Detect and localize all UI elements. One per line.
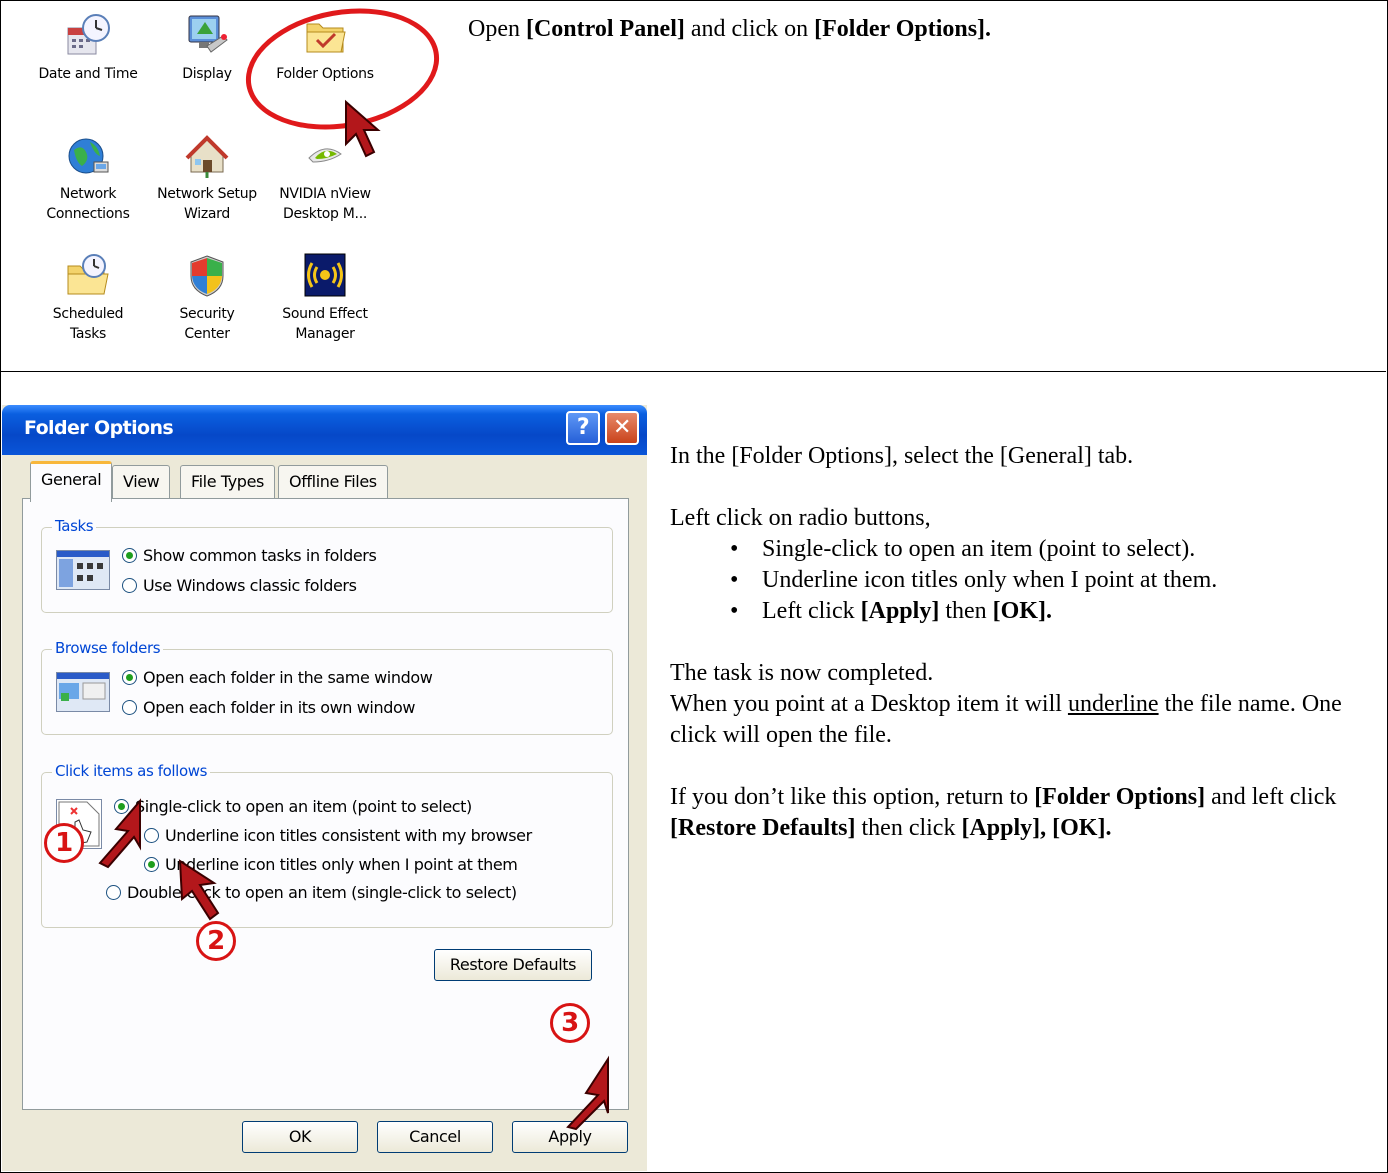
restore-defaults-button[interactable]: Restore Defaults	[434, 949, 592, 981]
step-marker-2: 2	[196, 921, 236, 961]
tab-file-types[interactable]: File Types	[180, 465, 275, 498]
display-icon	[183, 12, 231, 60]
step-marker-1: 1	[44, 823, 84, 863]
scheduled-tasks-icon	[64, 252, 112, 300]
cp-item-label: Scheduled	[52, 306, 124, 322]
list-item: Single-click to open an item (point to s…	[730, 534, 1385, 565]
browse-preview-icon	[56, 672, 110, 712]
control-panel-view: Date and Time Display Folder Options Net…	[2, 0, 449, 368]
radio-show-common-tasks[interactable]: Show common tasks in folders	[122, 544, 377, 568]
date-time-icon	[64, 12, 112, 60]
tasks-preview-icon	[56, 550, 110, 590]
instruction-paragraph: If you don’t like this option, return to…	[670, 784, 1337, 841]
list-item: Left click [Apply] then [OK].	[730, 596, 1385, 627]
pointer-arrow-icon	[178, 859, 220, 921]
radio-own-window[interactable]: Open each folder in its own window	[122, 696, 415, 720]
cp-item-label: NVIDIA nView	[279, 186, 371, 202]
cp-item-label: Manager	[295, 326, 355, 342]
radio-unselected[interactable]	[122, 578, 137, 593]
sound-effect-icon	[301, 252, 349, 300]
cp-item-label: Sound Effect	[282, 306, 368, 322]
list-item: Underline icon titles only when I point …	[730, 565, 1385, 596]
cp-item-label: Connections	[46, 206, 130, 222]
pointer-arrow-icon	[345, 99, 381, 158]
tab-view[interactable]: View	[112, 465, 171, 498]
cp-item-label: Network	[59, 186, 117, 202]
radio-selected[interactable]	[122, 548, 137, 563]
instruction-paragraph: The task is now completed.	[670, 660, 934, 686]
tasks-group: Tasks Show common tasks in folders Use W…	[41, 517, 613, 613]
cp-item-label: Desktop M...	[282, 206, 368, 222]
radio-underline-browser[interactable]: Underline icon titles consistent with my…	[144, 824, 532, 848]
folder-options-dialog: Folder Options ? ✕ General View File Typ…	[2, 405, 647, 1171]
help-button[interactable]: ?	[566, 411, 600, 445]
cp-item-label: Tasks	[69, 326, 106, 342]
tab-general[interactable]: General	[30, 461, 113, 502]
pointer-arrow-icon	[566, 1055, 609, 1131]
pointer-arrow-icon	[98, 798, 141, 869]
security-center-icon	[183, 252, 231, 300]
cancel-button[interactable]: Cancel	[377, 1121, 493, 1153]
instruction-list: Single-click to open an item (point to s…	[670, 534, 1385, 627]
tab-offline-files[interactable]: Offline Files	[278, 465, 388, 498]
table-row-divider	[0, 371, 1386, 372]
cp-item-sound-effect[interactable]: Sound Effect Manager	[270, 252, 380, 344]
ok-button[interactable]: OK	[242, 1121, 358, 1153]
cp-item-label: Security	[179, 306, 235, 322]
instruction-paragraph: When you point at a Desktop item it will…	[670, 691, 1342, 748]
instruction-paragraph: Left click on radio buttons,	[670, 505, 931, 531]
cp-item-network-setup[interactable]: Network Setup Wizard	[152, 132, 262, 224]
cp-item-label: Wizard	[184, 206, 230, 222]
cp-item-scheduled-tasks[interactable]: Scheduled Tasks	[33, 252, 143, 344]
cp-item-network-connections[interactable]: Network Connections	[33, 132, 143, 224]
group-title: Tasks	[52, 517, 97, 535]
help-icon: ?	[576, 415, 590, 440]
group-title: Click items as follows	[52, 762, 211, 780]
radio-selected[interactable]	[122, 670, 137, 685]
cp-item-date-time[interactable]: Date and Time	[33, 12, 143, 84]
instruction-paragraph: In the [Folder Options], select the [Gen…	[670, 443, 1134, 469]
cp-item-security-center[interactable]: Security Center	[152, 252, 262, 344]
radio-double-click[interactable]: Double-click to open an item (single-cli…	[106, 881, 517, 905]
cp-item-label: Date and Time	[38, 66, 138, 82]
cp-item-label: Network Setup	[157, 186, 257, 202]
dialog-title: Folder Options	[24, 417, 174, 439]
radio-unselected[interactable]	[122, 700, 137, 715]
radio-unselected[interactable]	[106, 885, 121, 900]
network-connections-icon	[64, 132, 112, 180]
step-marker-3: 3	[550, 1003, 590, 1043]
network-setup-icon	[183, 132, 231, 180]
cp-item-label: Center	[184, 326, 230, 342]
step-1-instruction: Open [Control Panel] and click on [Folde…	[468, 16, 992, 42]
radio-single-click[interactable]: Single-click to open an item (point to s…	[114, 795, 472, 819]
step-2-instructions: In the [Folder Options], select the [Gen…	[670, 441, 1385, 844]
group-title: Browse folders	[52, 639, 164, 657]
radio-windows-classic-folders[interactable]: Use Windows classic folders	[122, 574, 357, 598]
radio-same-window[interactable]: Open each folder in the same window	[122, 666, 433, 690]
dialog-title-bar[interactable]: Folder Options ? ✕	[2, 405, 647, 455]
close-icon: ✕	[612, 415, 632, 440]
browse-folders-group: Browse folders Open each folder in the s…	[41, 639, 613, 735]
close-button[interactable]: ✕	[605, 411, 639, 445]
